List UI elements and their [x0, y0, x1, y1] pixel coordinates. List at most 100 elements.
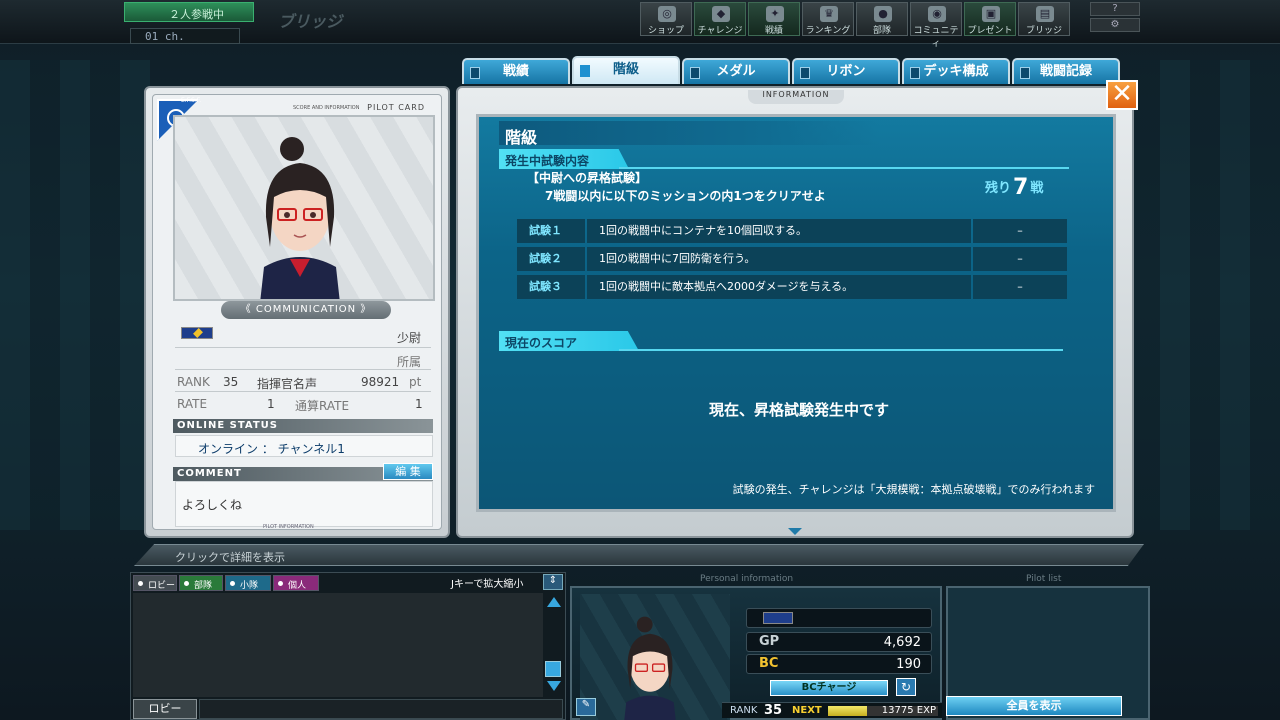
nav-label: 戦績 [764, 26, 783, 36]
scroll-down-icon[interactable] [788, 528, 802, 535]
unit-icon: ● [874, 6, 892, 22]
card-footer: PILOT INFORMATION [263, 524, 314, 530]
test-row: 試験３ 1回の戦闘中に敵本拠点へ2000ダメージを与える。 – [517, 275, 1067, 299]
nav-record-button[interactable]: ✦ 戦績 [748, 2, 800, 36]
help-button[interactable]: ? [1090, 2, 1140, 16]
participation-status: ２人参戦中 [124, 2, 254, 22]
test-status: – [973, 219, 1067, 243]
chat-tab-team[interactable]: 小隊 [225, 575, 271, 591]
information-panel: INFORMATION 階級 発生中試験内容 【中尉への昇格試験】 7戦闘以内に… [456, 86, 1134, 538]
present-icon: ▣ [982, 6, 1000, 22]
rank-name: 少尉 [396, 331, 421, 345]
show-all-button[interactable]: 全員を表示 [946, 696, 1122, 716]
nav-present-button[interactable]: ▣ プレゼント [964, 2, 1016, 36]
tab-0[interactable]: 戦績 [462, 58, 570, 84]
settings-icon[interactable]: ⚙ [1090, 18, 1140, 32]
information-header: INFORMATION [748, 90, 844, 104]
rank-value: 35 [764, 703, 783, 718]
pilot-card: SCORE AND INFORMATION PILOT CARD E.F.S.F… [144, 86, 450, 538]
rank-value: 35 [223, 375, 239, 389]
exam-section-header: 発生中試験内容 [499, 149, 629, 169]
test-row: 試験１ 1回の戦闘中にコンテナを10個回収する。 – [517, 219, 1067, 243]
test-name: 試験１ [517, 219, 585, 243]
fame-unit: pt [409, 375, 422, 389]
nav-label: ブリッジ [1025, 26, 1062, 36]
test-status: – [973, 275, 1067, 299]
tab-1[interactable]: 階級 [572, 56, 680, 84]
exam-note: 試験の発生、チャレンジは「大規模戦：本拠点破壊戦」でのみ行われます [732, 483, 1095, 496]
fame-value: 98921 [361, 375, 400, 389]
rate-value: 1 [267, 397, 275, 411]
exp-value: 13775 EXP [881, 705, 936, 716]
chat-channel-select[interactable]: ロビー [133, 699, 197, 719]
efsf-badge-text: E.F.S.F. [181, 97, 202, 104]
panel-title: 階級 [499, 121, 879, 147]
nav-shop-button[interactable]: ◎ ショップ [640, 2, 692, 36]
online-status-value: オンライン ： チャンネル1 [175, 435, 433, 457]
online-status-header: ONLINE STATUS [173, 419, 433, 433]
pilot-portrait [173, 115, 435, 301]
chat-log [133, 593, 543, 697]
personal-info-label: Personal information [700, 574, 794, 584]
fame-label: 指揮官名声 [257, 377, 318, 391]
card-subtitle: SCORE AND INFORMATION [293, 105, 360, 111]
chat-zoom-hint: Jキーで拡大縮小 [451, 579, 524, 590]
nav-ranking-button[interactable]: ♛ ランキング [802, 2, 854, 36]
communication-label: 《 COMMUNICATION 》 [221, 301, 391, 319]
affiliation-label: 所属 [396, 355, 421, 369]
pilot-avatar [260, 137, 340, 299]
chat-input[interactable] [199, 699, 563, 719]
detail-bar-label: クリックで詳細を表示 [175, 551, 285, 564]
remaining-battles: 残り7 戦 [985, 175, 1044, 200]
chat-tab-unit[interactable]: 部隊 [179, 575, 223, 591]
test-row: 試験２ 1回の戦闘中に7回防衛を行う。 – [517, 247, 1067, 271]
test-desc: 1回の戦闘中に7回防衛を行う。 [587, 247, 971, 271]
gp-value: 4,692 [883, 635, 921, 650]
test-name: 試験３ [517, 275, 585, 299]
tab-2[interactable]: メダル [682, 58, 790, 84]
chat-tab-lobby[interactable]: ロビー [133, 575, 177, 591]
personal-name-row [746, 608, 932, 628]
rate-label: RATE [177, 397, 208, 411]
area-title: ブリッジ [278, 12, 343, 31]
chat-scroll-up-icon[interactable] [547, 597, 561, 607]
test-name: 試験２ [517, 247, 585, 271]
edit-icon[interactable]: ✎ [576, 698, 596, 716]
chat-resize-icon[interactable]: ⇕ [543, 574, 563, 590]
personal-info-panel: GP 4,692 BC 190 BCチャージ ↻ ✎ RANK 35 NEXT 13… [570, 586, 942, 720]
comment-text: よろしくね [175, 481, 433, 527]
pilot-list-label: Pilot list [1026, 574, 1062, 584]
nav-label: ランキング [805, 26, 851, 36]
tab-4[interactable]: デッキ構成 [902, 58, 1010, 84]
rank-insignia-icon [181, 327, 213, 339]
edit-comment-button[interactable]: 編 集 [383, 463, 433, 480]
nav-community-button[interactable]: ◉ コミュニティ [910, 2, 962, 49]
total-rate-label: 通算RATE [295, 399, 350, 413]
bridge-icon: ▤ [1036, 6, 1054, 22]
test-desc: 1回の戦闘中に敵本拠点へ2000ダメージを与える。 [587, 275, 971, 299]
exam-status-message: 現在、昇格試験発生中です [708, 401, 889, 419]
shop-icon: ◎ [658, 6, 676, 22]
chat-scrollbar-thumb[interactable] [545, 661, 561, 677]
close-button[interactable]: ✕ [1106, 80, 1138, 110]
personal-avatar [624, 616, 676, 720]
chat-panel: ロビー 部隊 小隊 個人 Jキーで拡大縮小 ⇕ ロビー [130, 572, 566, 720]
tab-3[interactable]: リボン [792, 58, 900, 84]
nav-label: 部隊 [872, 26, 891, 36]
record-icon: ✦ [766, 6, 784, 22]
detail-bar[interactable]: クリックで詳細を表示 [134, 544, 1144, 566]
bc-charge-button[interactable]: BCチャージ [770, 680, 888, 696]
nav-bridge-button[interactable]: ▤ ブリッジ [1018, 2, 1070, 36]
total-rate-value: 1 [415, 397, 423, 411]
nav-unit-button[interactable]: ● 部隊 [856, 2, 908, 36]
nav-challenge-button[interactable]: ◆ チャレンジ [694, 2, 746, 36]
tab-5[interactable]: 戦闘記録 [1012, 58, 1120, 84]
exam-title: 【中尉への昇格試験】 [527, 171, 648, 185]
score-section-header: 現在のスコア [499, 331, 639, 351]
chat-tab-personal[interactable]: 個人 [273, 575, 319, 591]
rank-screen: 階級 発生中試験内容 【中尉への昇格試験】 7戦闘以内に以下のミッションの内1つ… [476, 114, 1116, 512]
challenge-icon: ◆ [712, 6, 730, 22]
chat-scroll-down-icon[interactable] [547, 681, 561, 691]
refresh-icon[interactable]: ↻ [896, 678, 916, 696]
card-title: PILOT CARD [367, 103, 425, 112]
